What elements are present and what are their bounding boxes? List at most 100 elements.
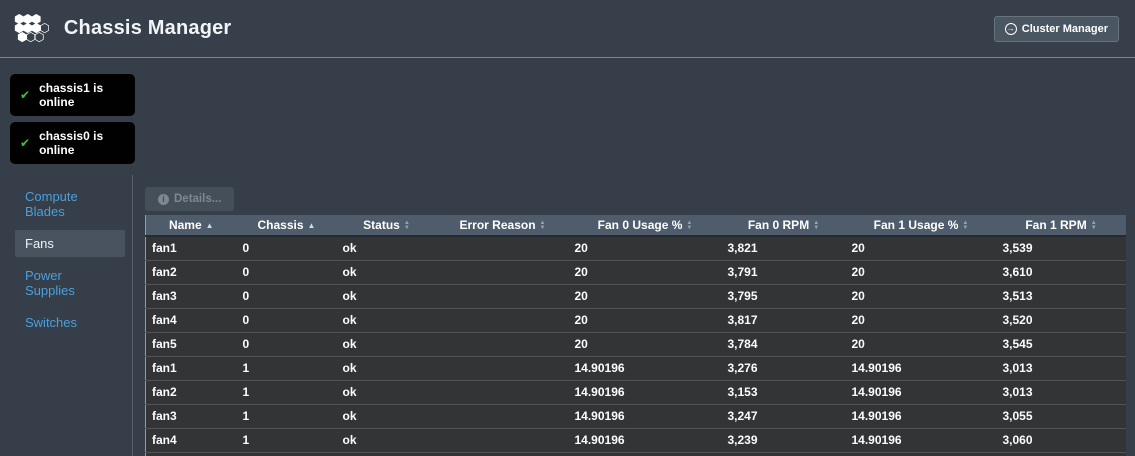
table-cell: ok bbox=[337, 260, 437, 284]
table-row[interactable]: fan31ok14.901963,24714.901963,055 bbox=[146, 404, 1126, 428]
sidebar-item-fans[interactable]: Fans bbox=[15, 230, 125, 257]
table-cell: ok bbox=[337, 236, 437, 260]
column-label: Fan 0 Usage % bbox=[598, 218, 683, 232]
table-cell: 0 bbox=[237, 308, 337, 332]
table-cell: ok bbox=[337, 284, 437, 308]
table-cell: 3,276 bbox=[722, 356, 846, 380]
toast-notification[interactable]: ✔ chassis0 is online bbox=[10, 122, 135, 164]
table-cell: 20 bbox=[846, 332, 997, 356]
table-cell bbox=[437, 284, 569, 308]
table-row[interactable]: fan41ok14.901963,23914.901963,060 bbox=[146, 428, 1126, 452]
table-row[interactable]: fan21ok14.901963,15314.901963,013 bbox=[146, 380, 1126, 404]
sort-both-icon: ▲▼ bbox=[962, 221, 968, 230]
table-cell: 3,545 bbox=[997, 332, 1126, 356]
sidebar-item-compute-blades[interactable]: Compute Blades bbox=[15, 183, 125, 225]
table-cell: fan1 bbox=[146, 236, 237, 260]
column-header-status[interactable]: Status▲▼ bbox=[337, 215, 437, 236]
column-header-error-reason[interactable]: Error Reason ▲▼ bbox=[437, 215, 569, 236]
table-row[interactable]: fan30ok203,795203,513 bbox=[146, 284, 1126, 308]
column-header-fan-0-usage-[interactable]: Fan 0 Usage %▲▼ bbox=[569, 215, 722, 236]
details-button[interactable]: i Details... bbox=[145, 187, 234, 211]
table-cell: 3,153 bbox=[722, 380, 846, 404]
table-cell: 14.90196 bbox=[569, 404, 722, 428]
table-cell: 20 bbox=[569, 260, 722, 284]
table-cell: 20 bbox=[846, 284, 997, 308]
column-label: Name bbox=[169, 218, 202, 232]
table-cell: 1 bbox=[237, 380, 337, 404]
table-cell: 3,013 bbox=[997, 356, 1126, 380]
table-cell: fan3 bbox=[146, 284, 237, 308]
column-header-name[interactable]: Name▲ bbox=[146, 215, 237, 236]
column-header-fan-1-usage-[interactable]: Fan 1 Usage %▲▼ bbox=[846, 215, 997, 236]
table-cell: fan5 bbox=[146, 452, 237, 456]
table-cell: 3,821 bbox=[722, 236, 846, 260]
table-cell: 20 bbox=[569, 284, 722, 308]
table-cell: 3,795 bbox=[722, 284, 846, 308]
table-cell: 3,013 bbox=[997, 380, 1126, 404]
table-cell: 14.90196 bbox=[846, 404, 997, 428]
table-row[interactable]: fan10ok203,821203,539 bbox=[146, 236, 1126, 260]
column-label: Fan 0 RPM bbox=[748, 218, 809, 232]
table-row[interactable]: fan11ok14.901963,27614.901963,013 bbox=[146, 356, 1126, 380]
table-cell: 0 bbox=[237, 260, 337, 284]
fans-table: Name▲Chassis▲Status▲▼Error Reason▲▼Fan 0… bbox=[145, 215, 1126, 456]
table-cell: fan4 bbox=[146, 308, 237, 332]
table-row[interactable]: fan40ok203,817203,520 bbox=[146, 308, 1126, 332]
table-cell: 14.90196 bbox=[846, 356, 997, 380]
table-body: fan10ok203,821203,539fan20ok203,791203,6… bbox=[146, 236, 1126, 456]
chassis-manager-app: ⬢⬢⬢ ⬢⬢⬢⬡ ⬢⬡⬡ Chassis Manager → Cluster M… bbox=[0, 0, 1135, 456]
sidebar-item-power-supplies[interactable]: Power Supplies bbox=[15, 262, 125, 304]
table-cell bbox=[437, 332, 569, 356]
table-cell: 20 bbox=[569, 236, 722, 260]
table-cell: 3,055 bbox=[997, 404, 1126, 428]
table-row[interactable]: fan51ok14.901963,28514.901963,048 bbox=[146, 452, 1126, 456]
column-header-fan-0-rpm[interactable]: Fan 0 RPM ▲▼ bbox=[722, 215, 846, 236]
table-cell: 3,520 bbox=[997, 308, 1126, 332]
column-label: Fan 1 Usage % bbox=[874, 218, 959, 232]
table-cell: ok bbox=[337, 380, 437, 404]
details-label: Details... bbox=[174, 193, 221, 205]
circle-arrow-icon: → bbox=[1005, 23, 1017, 35]
table-cell: 20 bbox=[846, 260, 997, 284]
info-icon: i bbox=[158, 194, 169, 205]
table-header-row: Name▲Chassis▲Status▲▼Error Reason▲▼Fan 0… bbox=[146, 215, 1126, 236]
table-cell: 20 bbox=[569, 332, 722, 356]
table-head: Name▲Chassis▲Status▲▼Error Reason▲▼Fan 0… bbox=[146, 215, 1126, 236]
column-header-fan-1-rpm[interactable]: Fan 1 RPM ▲▼ bbox=[997, 215, 1126, 236]
toast-text: chassis1 is online bbox=[39, 81, 125, 109]
table-cell: 14.90196 bbox=[846, 380, 997, 404]
sort-both-icon: ▲▼ bbox=[540, 221, 546, 230]
table-cell: 20 bbox=[569, 308, 722, 332]
table-cell: 3,048 bbox=[997, 452, 1126, 456]
table-row[interactable]: fan20ok203,791203,610 bbox=[146, 260, 1126, 284]
table-cell bbox=[437, 428, 569, 452]
table-cell bbox=[437, 260, 569, 284]
table-row[interactable]: fan50ok203,784203,545 bbox=[146, 332, 1126, 356]
sort-both-icon: ▲▼ bbox=[813, 221, 819, 230]
table-cell bbox=[437, 236, 569, 260]
content-area: Compute Blades Fans Power Supplies Switc… bbox=[0, 175, 1135, 456]
table-cell: fan5 bbox=[146, 332, 237, 356]
column-label: Error Reason bbox=[460, 218, 536, 232]
table-cell bbox=[437, 452, 569, 456]
toast-notification[interactable]: ✔ chassis1 is online bbox=[10, 74, 135, 116]
check-icon: ✔ bbox=[20, 136, 30, 150]
table-cell: fan3 bbox=[146, 404, 237, 428]
table-cell: fan2 bbox=[146, 380, 237, 404]
column-header-chassis[interactable]: Chassis▲ bbox=[237, 215, 337, 236]
sidebar-item-switches[interactable]: Switches bbox=[15, 309, 125, 336]
main-panel: i Details... Name▲Chassis▲Status▲▼Error … bbox=[133, 175, 1135, 456]
table-cell: 3,784 bbox=[722, 332, 846, 356]
table-cell: ok bbox=[337, 308, 437, 332]
table-cell: 1 bbox=[237, 428, 337, 452]
column-label: Fan 1 RPM bbox=[1025, 218, 1086, 232]
table-cell: 20 bbox=[846, 236, 997, 260]
table-cell: ok bbox=[337, 428, 437, 452]
sort-both-icon: ▲▼ bbox=[1091, 221, 1097, 230]
table-cell: 14.90196 bbox=[846, 452, 997, 456]
table-cell: 3,791 bbox=[722, 260, 846, 284]
table-cell: 3,513 bbox=[997, 284, 1126, 308]
cluster-manager-button[interactable]: → Cluster Manager bbox=[994, 16, 1119, 42]
table-cell: ok bbox=[337, 452, 437, 456]
sort-both-icon: ▲▼ bbox=[686, 221, 692, 230]
